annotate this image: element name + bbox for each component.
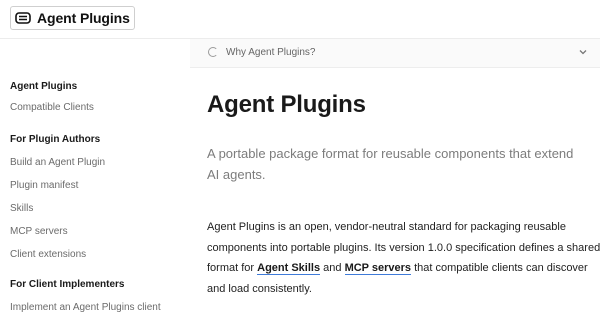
sidebar-section-client-implementers: For Client Implementers [10, 279, 125, 290]
chevron-down-icon [579, 50, 587, 55]
intro-paragraph: Agent Plugins is an open, vendor-neutral… [207, 217, 600, 299]
page-title: Agent Plugins [207, 91, 366, 118]
sidebar-item-plugin-manifest[interactable]: Plugin manifest [10, 180, 78, 191]
top-header: Agent Plugins [0, 0, 600, 39]
docs-page: Agent Plugins Agent Plugins Compatible C… [0, 0, 600, 315]
sidebar-section-plugin-authors: For Plugin Authors [10, 134, 101, 145]
main-content: Why Agent Plugins? Agent Plugins A porta… [190, 39, 600, 315]
brand-name: Agent Plugins [37, 10, 130, 26]
sidebar-item-implement-client[interactable]: Implement an Agent Plugins client [10, 302, 161, 313]
sidebar-item-mcp-servers[interactable]: MCP servers [10, 226, 68, 237]
sidebar-nav: Agent Plugins Compatible Clients For Plu… [0, 39, 190, 315]
collapsible-label: Why Agent Plugins? [226, 47, 316, 58]
sidebar-item-compatible-clients[interactable]: Compatible Clients [10, 102, 94, 113]
intro-text-and: and [320, 262, 345, 274]
mcp-servers-link[interactable]: MCP servers [344, 262, 412, 275]
sidebar-item-skills[interactable]: Skills [10, 203, 33, 214]
page-subtitle: A portable package format for reusable c… [207, 146, 574, 182]
sidebar-section-agent-plugins[interactable]: Agent Plugins [10, 81, 77, 92]
why-agent-plugins-toggle[interactable]: Why Agent Plugins? [190, 39, 600, 68]
agent-skills-link[interactable]: Agent Skills [257, 262, 321, 275]
brand-home-link[interactable]: Agent Plugins [10, 6, 135, 30]
plug-icon [15, 12, 31, 24]
sidebar-item-client-extensions[interactable]: Client extensions [10, 249, 86, 260]
sidebar-item-build-plugin[interactable]: Build an Agent Plugin [10, 157, 105, 168]
spinner-icon [208, 47, 218, 57]
